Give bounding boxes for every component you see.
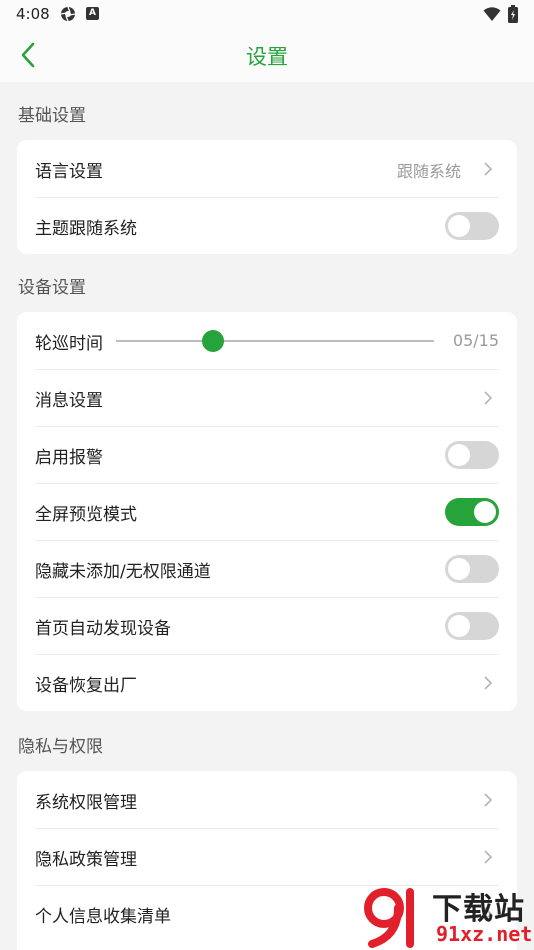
section-title-basic: 基础设置	[18, 106, 86, 126]
row-label: 主题跟随系统	[35, 219, 137, 239]
status-bar: 4:08 A	[0, 0, 534, 28]
row-label: 消息设置	[35, 391, 103, 411]
wifi-icon	[483, 7, 501, 21]
card-device-settings: 轮巡时间 05/15 消息设置 启用报警 全屏预览模式 隐藏未添加/无权限通道 …	[17, 312, 517, 711]
toggle-knob	[448, 444, 470, 466]
site-watermark: 下载站 91xz.net	[362, 882, 534, 950]
row-hide-channels: 隐藏未添加/无权限通道	[17, 540, 517, 597]
row-label: 隐藏未添加/无权限通道	[35, 562, 211, 582]
alarm-toggle[interactable]	[445, 441, 499, 469]
row-auto-discover: 首页自动发现设备	[17, 597, 517, 654]
row-language[interactable]: 语言设置 跟随系统	[17, 140, 517, 197]
fullscreen-toggle[interactable]	[445, 498, 499, 526]
chevron-right-icon	[484, 162, 493, 176]
toggle-knob	[448, 558, 470, 580]
row-label: 轮巡时间	[35, 334, 103, 354]
notification-badge-icon: A	[86, 7, 99, 20]
section-title-device: 设备设置	[18, 278, 86, 298]
toggle-knob	[474, 501, 496, 523]
patrol-slider-handle[interactable]	[201, 330, 224, 352]
top-bar: 设置	[0, 28, 534, 82]
watermark-url: 91xz.net	[436, 922, 533, 946]
watermark-logo-icon	[364, 888, 414, 948]
chevron-right-icon	[484, 391, 493, 405]
section-title-privacy: 隐私与权限	[18, 737, 103, 757]
patrol-slider-value: 05/15	[452, 331, 499, 350]
card-basic-settings: 语言设置 跟随系统 主题跟随系统	[17, 140, 517, 254]
row-label: 设备恢复出厂	[35, 676, 137, 696]
battery-icon	[508, 5, 518, 23]
chevron-right-icon	[484, 676, 493, 690]
theme-toggle[interactable]	[445, 212, 499, 240]
row-label: 语言设置	[35, 162, 103, 182]
toggle-knob	[448, 615, 470, 637]
row-label: 个人信息收集清单	[35, 907, 171, 927]
hide-channels-toggle[interactable]	[445, 555, 499, 583]
row-label: 首页自动发现设备	[35, 619, 171, 639]
patrol-slider-track[interactable]	[116, 340, 434, 342]
row-theme-follow-system: 主题跟随系统	[17, 197, 517, 254]
row-label: 隐私政策管理	[35, 850, 137, 870]
chevron-right-icon	[484, 850, 493, 864]
aperture-icon	[60, 6, 76, 22]
row-fullscreen-preview: 全屏预览模式	[17, 483, 517, 540]
row-label: 系统权限管理	[35, 793, 137, 813]
page-title: 设置	[246, 45, 288, 69]
row-message-settings[interactable]: 消息设置	[17, 369, 517, 426]
row-privacy-policy[interactable]: 隐私政策管理	[17, 828, 517, 885]
row-label: 全屏预览模式	[35, 505, 137, 525]
auto-discover-toggle[interactable]	[445, 612, 499, 640]
status-time: 4:08	[16, 5, 50, 23]
row-label: 启用报警	[35, 448, 103, 468]
row-patrol-time: 轮巡时间 05/15	[17, 312, 517, 369]
row-system-permissions[interactable]: 系统权限管理	[17, 771, 517, 828]
row-enable-alarm: 启用报警	[17, 426, 517, 483]
chevron-right-icon	[484, 793, 493, 807]
row-factory-reset[interactable]: 设备恢复出厂	[17, 654, 517, 711]
toggle-knob	[448, 215, 470, 237]
language-value: 跟随系统	[396, 162, 461, 181]
